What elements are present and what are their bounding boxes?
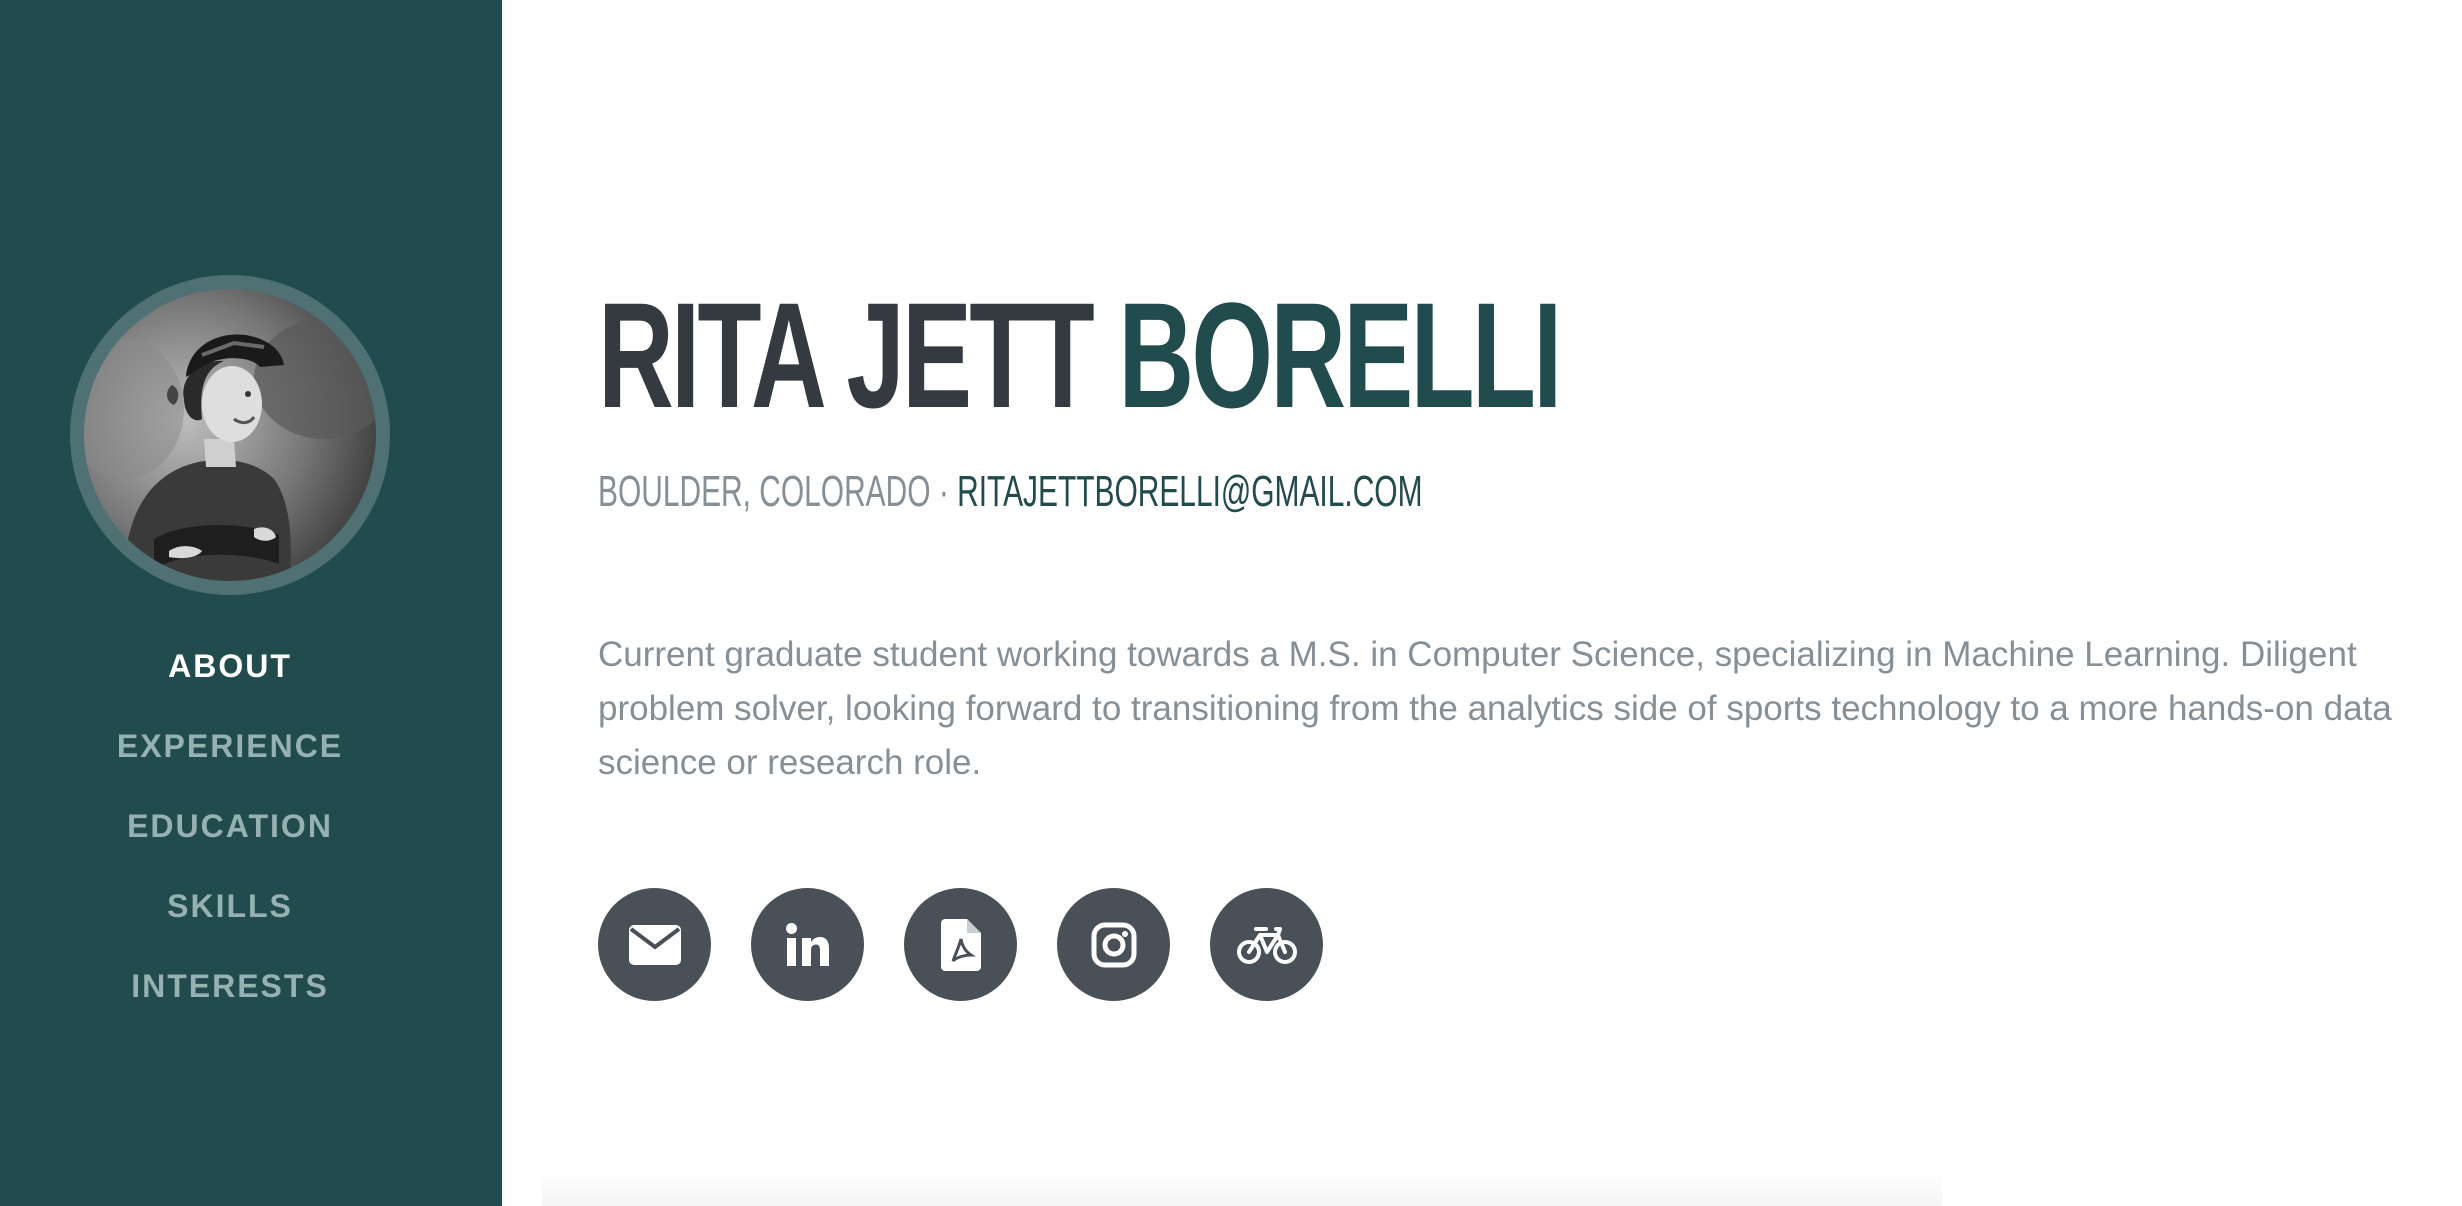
location: BOULDER, COLORADO <box>598 467 931 516</box>
email-button[interactable] <box>598 888 711 1001</box>
linkedin-button[interactable] <box>751 888 864 1001</box>
sidebar: ABOUT EXPERIENCE EDUCATION SKILLS INTERE… <box>0 0 502 1206</box>
nav-item-about[interactable]: ABOUT <box>0 640 460 720</box>
main-content: RITA JETT BORELLI BOULDER, COLORADO · RI… <box>502 0 2462 1206</box>
page: ABOUT EXPERIENCE EDUCATION SKILLS INTERE… <box>0 0 2462 1206</box>
email-link[interactable]: RITAJETTBORELLI@GMAIL.COM <box>957 467 1422 516</box>
bicycle-icon <box>1236 926 1297 964</box>
nav-item-interests[interactable]: INTERESTS <box>0 960 460 1040</box>
first-name: RITA JETT <box>598 271 1095 439</box>
bio-text: Current graduate student working towards… <box>598 635 2392 782</box>
nav-item-education[interactable]: EDUCATION <box>0 800 460 880</box>
instagram-icon <box>1091 922 1136 967</box>
instagram-button[interactable] <box>1057 888 1170 1001</box>
pdf-file-icon <box>940 918 981 971</box>
resume-pdf-button[interactable] <box>904 888 1017 1001</box>
social-icons <box>598 888 1323 1001</box>
section-divider <box>542 1170 1942 1206</box>
nav-item-skills[interactable]: SKILLS <box>0 880 460 960</box>
avatar-frame <box>70 275 390 595</box>
separator: · <box>938 467 949 516</box>
nav-item-experience[interactable]: EXPERIENCE <box>0 720 460 800</box>
linkedin-icon <box>785 922 829 966</box>
avatar <box>84 289 376 581</box>
page-title: RITA JETT BORELLI <box>598 280 1562 430</box>
last-name: BORELLI <box>1118 271 1562 439</box>
sidebar-nav: ABOUT EXPERIENCE EDUCATION SKILLS INTERE… <box>0 640 460 1040</box>
cycling-button[interactable] <box>1210 888 1323 1001</box>
contact-line: BOULDER, COLORADO · RITAJETTBORELLI@GMAI… <box>598 470 1423 514</box>
envelope-icon <box>628 924 681 965</box>
